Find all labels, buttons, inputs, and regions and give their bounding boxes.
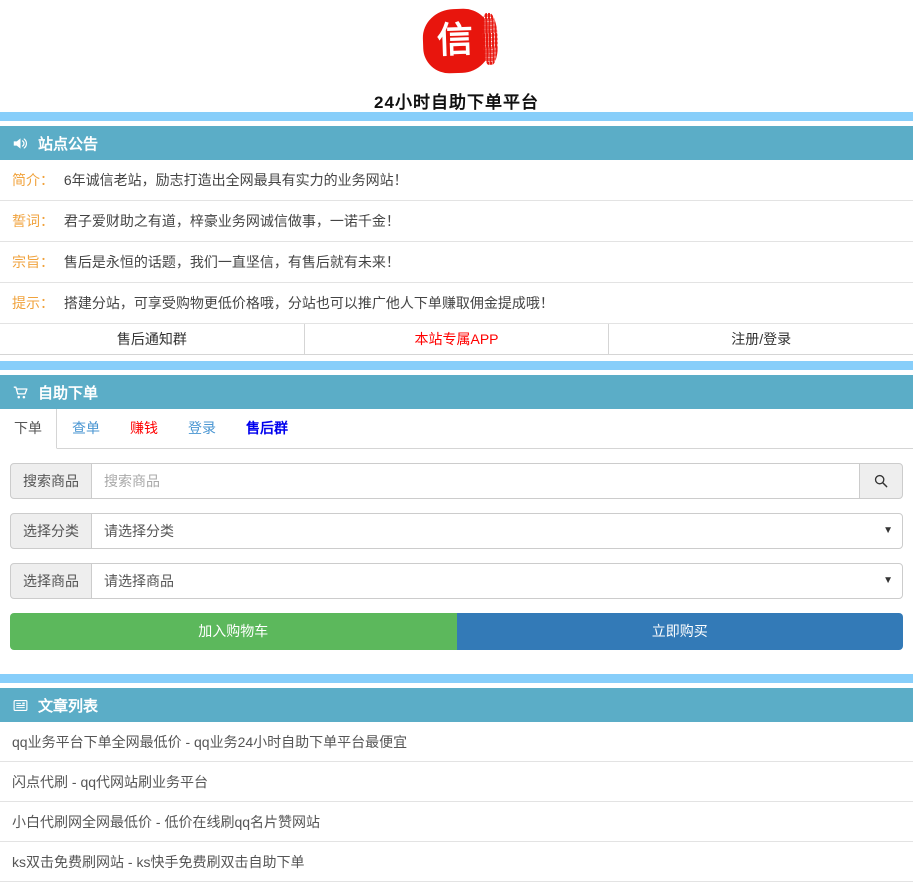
announcement-panel: 站点公告 简介： 6年诚信老站，励志打造出全网最具有实力的业务网站！ 誓词： 君…	[0, 112, 913, 355]
notice-row: 宗旨： 售后是永恒的话题，我们一直坚信，有售后就有未来！	[0, 242, 913, 283]
buy-now-button[interactable]: 立即购买	[457, 613, 904, 650]
order-tabs: 下单 查单 赚钱 登录 售后群	[0, 409, 913, 449]
category-label: 选择分类	[10, 513, 92, 549]
category-selected-value: 请选择分类	[92, 514, 902, 548]
notice-text: 搭建分站，可享受购物更低价格哦，分站也可以推广他人下单赚取佣金提成哦！	[64, 295, 554, 311]
notice-label: 简介：	[12, 172, 54, 188]
article-panel: 文章列表 qq业务平台下单全网最低价 - qq业务24小时自助下单平台最便宜 闪…	[0, 674, 913, 882]
site-app-link[interactable]: 本站专属APP	[304, 324, 609, 354]
divider-strip	[0, 361, 913, 370]
speaker-icon	[12, 135, 29, 152]
search-input[interactable]	[91, 463, 860, 499]
order-panel: 自助下单 下单 查单 赚钱 登录 售后群 搜索商品 选择分类 请选择分类 ▼	[0, 361, 913, 674]
chevron-down-icon: ▼	[883, 564, 893, 598]
notice-row: 提示： 搭建分站，可享受购物更低价格哦，分站也可以推广他人下单赚取佣金提成哦！	[0, 283, 913, 324]
logo-seal-character: 信	[432, 17, 478, 63]
search-icon	[873, 473, 889, 489]
register-login-link[interactable]: 注册/登录	[608, 324, 913, 354]
notice-row: 简介： 6年诚信老站，励志打造出全网最具有实力的业务网站！	[0, 160, 913, 201]
divider-strip	[0, 112, 913, 121]
notice-text: 君子爱财助之有道，梓豪业务网诚信做事，一诺千金！	[64, 213, 400, 229]
announcement-heading: 站点公告	[0, 126, 913, 160]
notice-text: 售后是永恒的话题，我们一直坚信，有售后就有未来！	[64, 254, 400, 270]
product-group: 选择商品 请选择商品 ▼	[10, 563, 903, 599]
add-to-cart-button[interactable]: 加入购物车	[10, 613, 457, 650]
tab-check-order[interactable]: 查单	[57, 409, 115, 448]
category-group: 选择分类 请选择分类 ▼	[10, 513, 903, 549]
category-select[interactable]: 请选择分类 ▼	[91, 513, 903, 549]
cart-icon	[12, 384, 29, 401]
article-item[interactable]: ks双击免费刷网站 - ks快手免费刷双击自助下单	[0, 842, 913, 882]
notice-label: 誓词：	[12, 213, 54, 229]
search-group: 搜索商品	[10, 463, 903, 499]
notice-label: 宗旨：	[12, 254, 54, 270]
site-header: 信 24小时自助下单平台	[0, 0, 913, 112]
newspaper-icon	[12, 697, 29, 714]
aftersale-notify-group-link[interactable]: 售后通知群	[0, 324, 304, 354]
quick-links-row: 售后通知群 本站专属APP 注册/登录	[0, 324, 913, 355]
site-title: 24小时自助下单平台	[0, 88, 913, 113]
article-heading-label: 文章列表	[38, 695, 98, 716]
search-label: 搜索商品	[10, 463, 92, 499]
announcement-heading-label: 站点公告	[38, 133, 98, 154]
notice-text: 6年诚信老站，励志打造出全网最具有实力的业务网站！	[64, 172, 408, 188]
divider-strip	[0, 674, 913, 683]
tab-earn-money[interactable]: 赚钱	[115, 409, 173, 448]
order-heading-label: 自助下单	[38, 382, 98, 403]
search-button[interactable]	[859, 463, 903, 499]
tab-login[interactable]: 登录	[173, 409, 231, 448]
article-heading: 文章列表	[0, 688, 913, 722]
product-selected-value: 请选择商品	[92, 564, 902, 598]
product-label: 选择商品	[10, 563, 92, 599]
tab-aftersale-group[interactable]: 售后群	[231, 409, 303, 448]
chevron-down-icon: ▼	[883, 514, 893, 548]
product-select[interactable]: 请选择商品 ▼	[91, 563, 903, 599]
order-heading: 自助下单	[0, 375, 913, 409]
order-actions: 加入购物车 立即购买	[10, 613, 903, 650]
site-logo-icon: 信	[421, 8, 491, 74]
order-form: 搜索商品 选择分类 请选择分类 ▼ 选择商品 请选择商品 ▼	[0, 449, 913, 674]
article-item[interactable]: qq业务平台下单全网最低价 - qq业务24小时自助下单平台最便宜	[0, 722, 913, 762]
article-item[interactable]: 闪点代刷 - qq代网站刷业务平台	[0, 762, 913, 802]
tab-order[interactable]: 下单	[0, 409, 57, 449]
article-item[interactable]: 小白代刷网全网最低价 - 低价在线刷qq名片赞网站	[0, 802, 913, 842]
notice-label: 提示：	[12, 295, 54, 311]
notice-row: 誓词： 君子爱财助之有道，梓豪业务网诚信做事，一诺千金！	[0, 201, 913, 242]
